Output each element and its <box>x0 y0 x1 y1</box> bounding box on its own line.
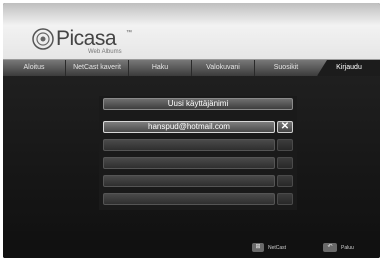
login-panel: Uusi käyttäjänimi hanspud@hotmail.com ✕ <box>99 96 297 210</box>
new-username-button[interactable]: Uusi käyttäjänimi <box>103 98 293 110</box>
account-row[interactable] <box>103 157 275 169</box>
picasa-logo-subtitle: Web Albums <box>88 49 122 55</box>
delete-account-button[interactable] <box>277 175 293 187</box>
tab-aloitus[interactable]: Aloitus <box>3 60 65 76</box>
netcast-picasa-screen: Picasa ™ Web Albums Aloitus NetCast kave… <box>3 3 380 258</box>
delete-account-button[interactable] <box>277 193 293 205</box>
account-row[interactable] <box>103 193 275 205</box>
account-row[interactable] <box>103 139 275 151</box>
netcast-key-icon: ⊞ <box>252 243 264 253</box>
netcast-hint[interactable]: ⊞ NetCast <box>252 239 287 253</box>
tab-kirjaudu[interactable]: Kirjaudu <box>317 60 380 76</box>
tab-netcast-kaverit[interactable]: NetCast kaverit <box>65 60 128 76</box>
back-hint-label: Paluu <box>341 244 354 251</box>
delete-account-button[interactable] <box>277 139 293 151</box>
delete-account-button[interactable] <box>277 157 293 169</box>
main-nav-tabs: Aloitus NetCast kaverit Haku Valokuvani … <box>3 59 380 76</box>
remote-hint-bar: ⊞ NetCast ↶ Paluu <box>3 231 380 258</box>
back-hint[interactable]: ↶ Paluu <box>323 239 354 253</box>
account-row[interactable] <box>103 175 275 187</box>
tab-haku[interactable]: Haku <box>128 60 191 76</box>
netcast-hint-label: NetCast <box>268 244 287 251</box>
delete-account-button[interactable]: ✕ <box>277 121 293 133</box>
picasa-logo-tm: ™ <box>126 30 132 36</box>
tab-valokuvani[interactable]: Valokuvani <box>191 60 254 76</box>
picasa-logo-icon <box>32 28 54 50</box>
tab-suosikit[interactable]: Suosikit <box>254 60 317 76</box>
picasa-logo-text: Picasa <box>56 27 117 50</box>
back-key-icon: ↶ <box>323 243 337 253</box>
account-row[interactable]: hanspud@hotmail.com <box>103 121 275 133</box>
picasa-header: Picasa ™ Web Albums <box>3 3 380 59</box>
